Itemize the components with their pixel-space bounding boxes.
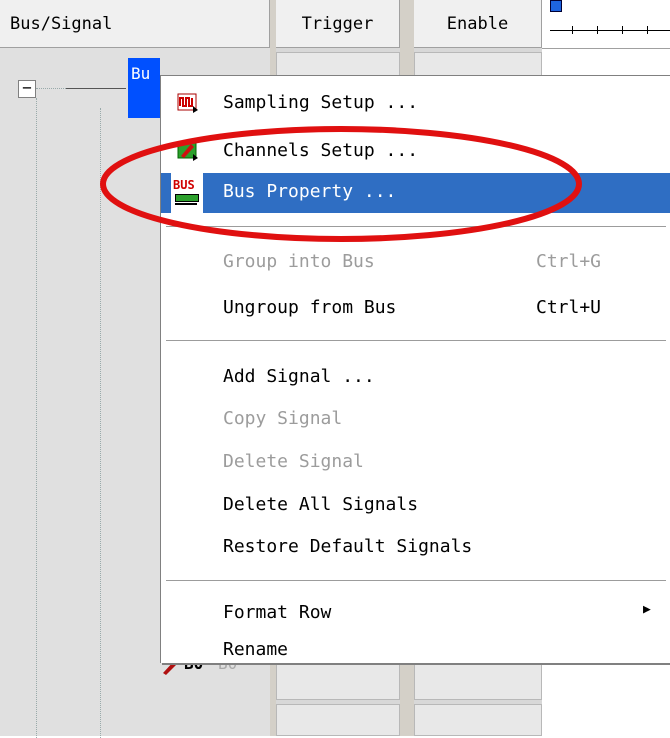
- menu-item-label: Sampling Setup ...: [223, 92, 419, 113]
- menu-separator: [166, 580, 666, 582]
- collapse-toggle[interactable]: −: [18, 80, 36, 98]
- tree-connector: [66, 88, 126, 89]
- tree-guide: [36, 98, 37, 738]
- sampling-setup-icon: [177, 93, 198, 113]
- menu-item-delete-signal: Delete Signal: [161, 443, 670, 483]
- menu-item-copy-signal: Copy Signal: [161, 400, 670, 440]
- menu-item-label: Ungroup from Bus: [223, 297, 397, 318]
- ruler-line: [550, 30, 670, 31]
- annotation-ellipse: [100, 126, 582, 242]
- menu-separator: [166, 340, 666, 342]
- menu-item-shortcut: Ctrl+G: [536, 251, 602, 272]
- menu-item-label: Group into Bus: [223, 251, 375, 272]
- tree-connector: [36, 88, 66, 89]
- submenu-arrow-icon: ▶: [643, 602, 651, 617]
- column-header-bus-signal-label: Bus/Signal: [10, 13, 113, 34]
- menu-item-label: Rename: [223, 639, 289, 660]
- menu-item-sampling-setup[interactable]: Sampling Setup ...: [161, 84, 670, 124]
- menu-item-delete-all-signals[interactable]: Delete All Signals: [161, 486, 670, 526]
- menu-item-label: Delete All Signals: [223, 494, 419, 515]
- enable-cell[interactable]: [414, 704, 542, 736]
- column-header-enable-label: Enable: [446, 13, 509, 34]
- menu-item-rename[interactable]: Rename: [161, 631, 670, 671]
- menu-item-label: Add Signal ...: [223, 366, 375, 387]
- column-header-enable[interactable]: Enable: [414, 0, 542, 48]
- column-header-trigger[interactable]: Trigger: [276, 0, 400, 48]
- menu-item-restore-default-signals[interactable]: Restore Default Signals: [161, 528, 670, 568]
- collapse-glyph: −: [22, 78, 32, 97]
- trigger-cell[interactable]: [276, 704, 400, 736]
- column-header-trigger-label: Trigger: [301, 13, 374, 34]
- menu-item-add-signal[interactable]: Add Signal ...: [161, 358, 670, 398]
- menu-item-label: Restore Default Signals: [223, 536, 473, 557]
- timeline-ruler[interactable]: [542, 0, 670, 49]
- ruler-tick: [647, 26, 648, 34]
- menu-item-label: Delete Signal: [223, 451, 364, 472]
- menu-item-format-row[interactable]: Format Row ▶: [161, 594, 670, 634]
- ruler-marker-icon[interactable]: [550, 0, 562, 12]
- menu-item-ungroup-from-bus[interactable]: Ungroup from Bus Ctrl+U: [161, 289, 670, 329]
- menu-item-label: Format Row: [223, 602, 332, 623]
- column-header-bus-signal[interactable]: Bus/Signal: [0, 0, 270, 48]
- menu-item-shortcut: Ctrl+U: [536, 297, 602, 318]
- ruler-tick: [572, 26, 573, 34]
- menu-item-label: Copy Signal: [223, 408, 343, 429]
- ruler-tick: [622, 26, 623, 34]
- bus-node[interactable]: Bu: [128, 58, 160, 118]
- bus-node-label: Bu: [131, 64, 151, 83]
- ruler-tick: [597, 26, 598, 34]
